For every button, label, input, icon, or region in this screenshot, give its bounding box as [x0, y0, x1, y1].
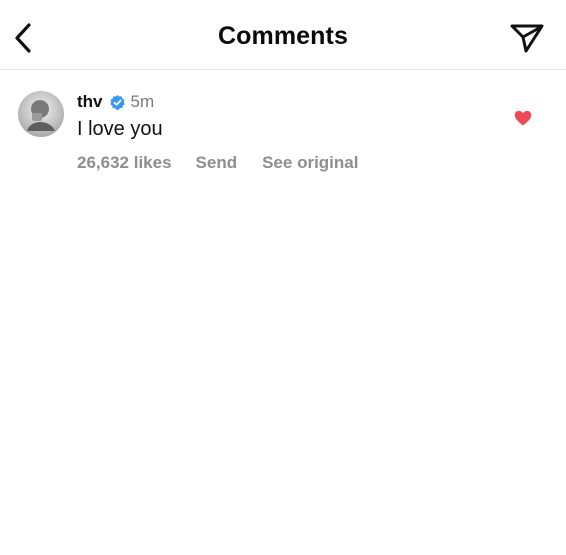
share-button[interactable]: [508, 20, 546, 56]
avatar[interactable]: [18, 91, 64, 137]
page-title: Comments: [218, 22, 348, 50]
likes-count-button[interactable]: 26,632 likes: [77, 153, 172, 173]
paper-plane-icon: [510, 24, 544, 53]
like-button[interactable]: [513, 108, 533, 128]
comment-text: I love you: [77, 118, 163, 140]
header-bar: Comments: [0, 0, 566, 70]
heart-filled-icon: [514, 110, 532, 126]
username[interactable]: thv: [77, 92, 103, 112]
verified-badge-icon: [109, 94, 126, 111]
comment-actions: 26,632 likes Send See original: [77, 153, 358, 173]
see-original-button[interactable]: See original: [262, 153, 358, 173]
comment-item: thv 5m I love you 26,632 likes Send See …: [0, 71, 566, 191]
comment-header: thv 5m: [77, 90, 154, 114]
send-button[interactable]: Send: [196, 153, 238, 173]
comment-timestamp: 5m: [130, 92, 155, 111]
